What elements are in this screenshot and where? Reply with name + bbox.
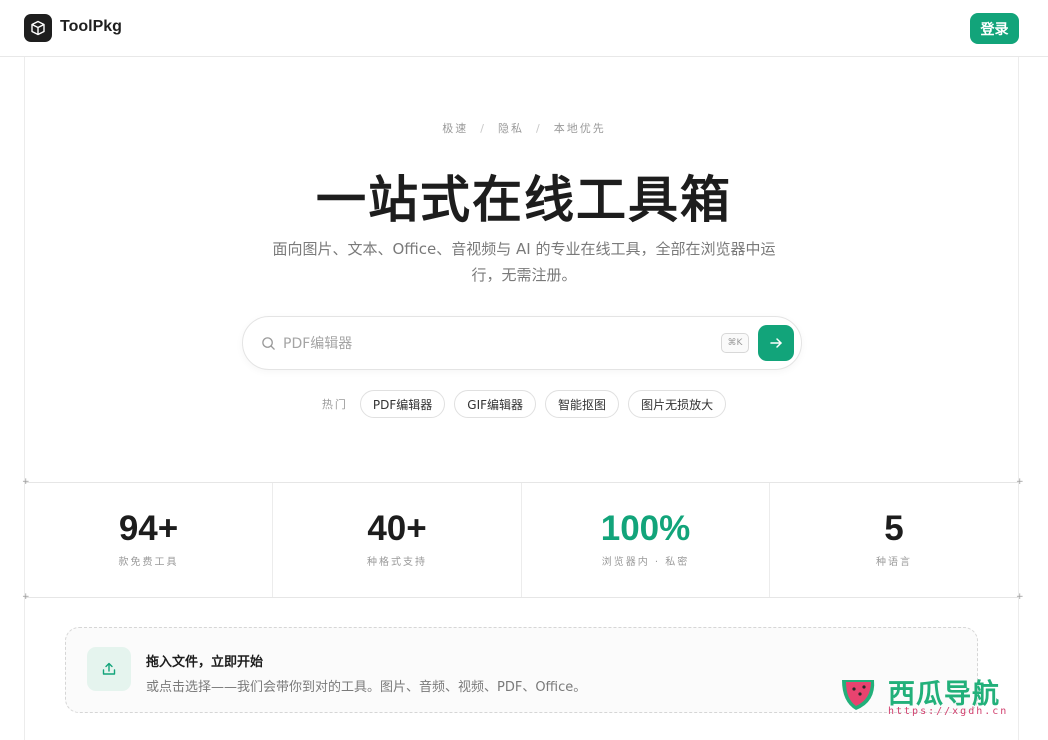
watermark-url: https://xgdh.cn [888,706,1009,717]
stat-label: 种语言 [876,557,912,568]
dropzone-description: 或点击选择——我们会带你到对的工具。图片、音频、视频、PDF、Office。 [146,680,587,695]
watermelon-logo-icon [842,680,875,710]
stat-languages: 5 种语言 [770,483,1018,597]
hot-chip-smart-cutout[interactable]: 智能抠图 [545,390,620,418]
watermark: 西瓜导航 https://xgdh.cn [836,668,1036,724]
page-title: 一站式在线工具箱 [316,171,732,229]
stat-value: 94+ [118,509,179,548]
tag-separator: / [536,122,542,135]
tag-privacy: 隐私 [498,122,524,135]
stat-value: 100% [600,509,691,548]
stat-value: 5 [884,509,904,548]
stat-value: 40+ [367,509,427,548]
hot-searches: 热门 PDF编辑器 GIF编辑器 智能抠图 图片无损放大 [0,390,1048,418]
hot-chip-pdf-editor[interactable]: PDF编辑器 [359,390,446,418]
stat-formats: 40+ 种格式支持 [273,483,521,597]
top-navigation-bar: ToolPkg 登录 [0,0,1048,57]
search-input[interactable] [283,331,703,357]
keyboard-shortcut-badge: ⌘K [721,333,749,353]
brand-name[interactable]: ToolPkg [60,18,122,36]
stat-label: 款免费工具 [118,557,179,568]
search-bar[interactable]: ⌘K [242,316,802,370]
stat-tools: 94+ 款免费工具 [25,483,272,597]
search-icon [262,337,275,350]
upload-icon [87,647,131,691]
stat-label: 种格式支持 [367,557,427,568]
stat-privacy: 100% 浏览器内 · 私密 [522,483,769,597]
tag-separator: / [480,122,486,135]
arrow-right-icon [770,338,782,348]
toolpkg-logo-icon[interactable] [24,14,52,42]
hot-chip-gif-editor[interactable]: GIF编辑器 [454,390,537,418]
stats-divider-bottom [24,597,1019,598]
hot-label: 热门 [321,398,348,411]
tag-speed: 极速 [442,122,469,135]
login-button[interactable]: 登录 [970,13,1019,44]
dropzone-title: 拖入文件，立即开始 [146,655,264,670]
tag-local-first: 本地优先 [553,122,606,135]
hero-tagline: 极速 / 隐私 / 本地优先 [0,120,1048,136]
page-subtitle: 面向图片、文本、Office、音视频与 AI 的专业在线工具，全部在浏览器中运行… [272,240,776,284]
search-submit-button[interactable] [758,325,794,361]
hot-chip-image-upscale[interactable]: 图片无损放大 [628,390,727,418]
stat-label: 浏览器内 · 私密 [601,557,690,568]
